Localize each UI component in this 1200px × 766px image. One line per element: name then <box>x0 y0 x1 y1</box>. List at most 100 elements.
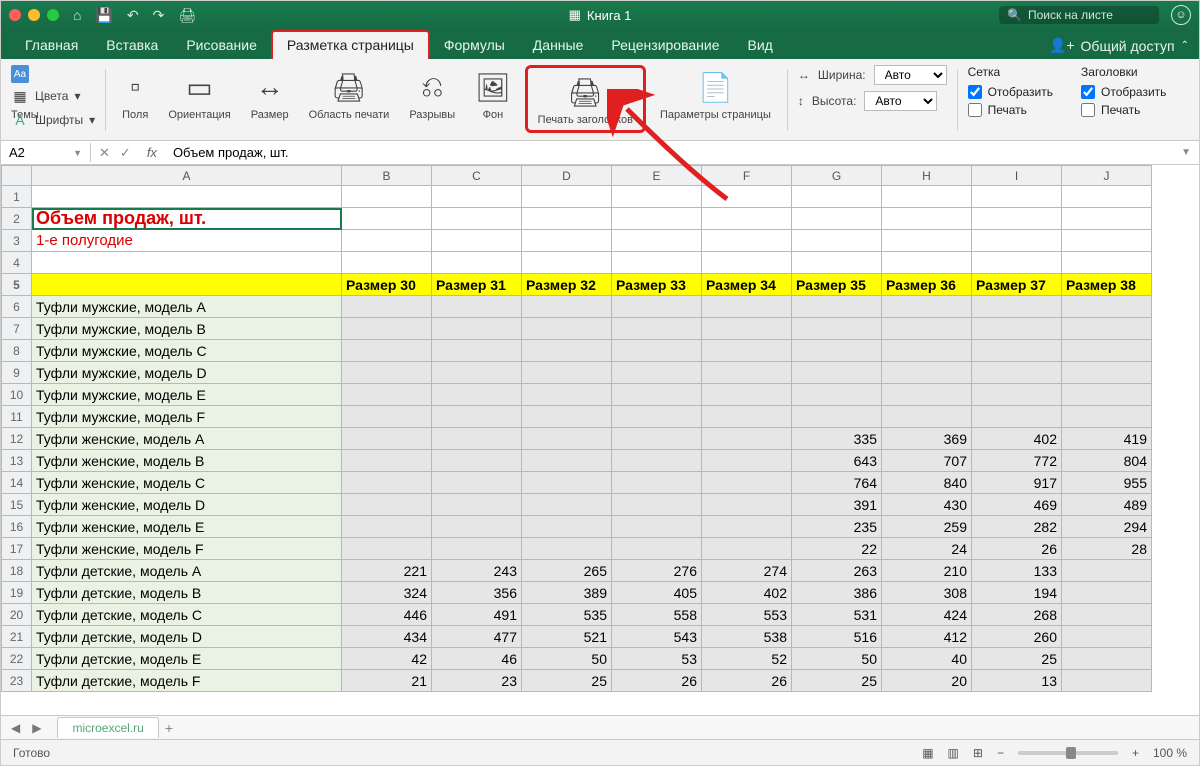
cell[interactable] <box>882 252 972 274</box>
cell[interactable] <box>432 252 522 274</box>
tab-insert[interactable]: Вставка <box>92 32 172 59</box>
cancel-formula-icon[interactable]: ✕ <box>99 145 110 161</box>
undo-icon[interactable]: ↶ <box>127 7 139 24</box>
cell[interactable]: 324 <box>342 582 432 604</box>
cell[interactable]: 26 <box>702 670 792 692</box>
cell[interactable] <box>342 296 432 318</box>
cell[interactable] <box>612 384 702 406</box>
cell[interactable] <box>522 208 612 230</box>
tab-formulas[interactable]: Формулы <box>430 32 519 59</box>
formula-input[interactable]: Объем продаж, шт. <box>165 143 1173 162</box>
cell[interactable]: 391 <box>792 494 882 516</box>
cell[interactable]: 259 <box>882 516 972 538</box>
print-area-button[interactable]: 🖨Область печати <box>303 65 396 123</box>
cell[interactable] <box>1062 560 1152 582</box>
cell[interactable]: Туфли женские, модель E <box>32 516 342 538</box>
cell[interactable] <box>612 406 702 428</box>
column-header[interactable]: D <box>522 166 612 186</box>
cell[interactable] <box>792 318 882 340</box>
cell[interactable] <box>342 252 432 274</box>
cell[interactable] <box>702 318 792 340</box>
cell[interactable]: Туфли детские, модель D <box>32 626 342 648</box>
grid-view-checkbox[interactable]: Отобразить <box>968 85 1053 99</box>
row-header[interactable]: 16 <box>2 516 32 538</box>
cell[interactable]: 389 <box>522 582 612 604</box>
cell[interactable]: 133 <box>972 560 1062 582</box>
prev-sheet-button[interactable]: ◀ <box>7 719 24 737</box>
breaks-button[interactable]: ⎌Разрывы <box>403 65 461 123</box>
orientation-button[interactable]: ▭Ориентация <box>162 65 236 123</box>
cell[interactable] <box>612 252 702 274</box>
cell[interactable] <box>702 538 792 560</box>
cell[interactable]: 276 <box>612 560 702 582</box>
cell[interactable]: Размер 32 <box>522 274 612 296</box>
cell[interactable] <box>1062 252 1152 274</box>
cell[interactable]: Объем продаж, шт. <box>32 208 342 230</box>
cell[interactable] <box>342 186 432 208</box>
name-box[interactable]: A2▼ <box>1 143 91 162</box>
cell[interactable] <box>702 296 792 318</box>
row-header[interactable]: 21 <box>2 626 32 648</box>
worksheet-grid[interactable]: ABCDEFGHIJ 12Объем продаж, шт.31-е полуг… <box>1 165 1199 695</box>
cell[interactable] <box>432 296 522 318</box>
cell[interactable] <box>432 450 522 472</box>
cell[interactable] <box>702 494 792 516</box>
cell[interactable] <box>432 384 522 406</box>
cell[interactable]: Туфли детские, модель B <box>32 582 342 604</box>
row-header[interactable]: 19 <box>2 582 32 604</box>
cell[interactable]: 538 <box>702 626 792 648</box>
cell[interactable] <box>882 230 972 252</box>
search-input[interactable]: 🔍 Поиск на листе <box>999 6 1159 24</box>
row-header[interactable]: 10 <box>2 384 32 406</box>
accept-formula-icon[interactable]: ✓ <box>120 145 131 161</box>
column-header[interactable]: F <box>702 166 792 186</box>
cell[interactable]: 24 <box>882 538 972 560</box>
column-header[interactable]: H <box>882 166 972 186</box>
cell[interactable] <box>342 428 432 450</box>
cell[interactable]: Размер 35 <box>792 274 882 296</box>
column-header[interactable]: J <box>1062 166 1152 186</box>
tab-data[interactable]: Данные <box>519 32 598 59</box>
cell[interactable] <box>792 384 882 406</box>
cell[interactable]: 419 <box>1062 428 1152 450</box>
cell[interactable] <box>342 538 432 560</box>
cell[interactable] <box>612 186 702 208</box>
cell[interactable]: Размер 34 <box>702 274 792 296</box>
cell[interactable] <box>972 406 1062 428</box>
cell[interactable] <box>342 494 432 516</box>
height-select[interactable]: Авто <box>864 91 937 111</box>
column-header[interactable]: I <box>972 166 1062 186</box>
cell[interactable]: 469 <box>972 494 1062 516</box>
cell[interactable] <box>1062 208 1152 230</box>
cell[interactable] <box>702 252 792 274</box>
cell[interactable] <box>432 406 522 428</box>
cell[interactable] <box>882 406 972 428</box>
cell[interactable] <box>702 362 792 384</box>
cell[interactable] <box>432 362 522 384</box>
cell[interactable]: 243 <box>432 560 522 582</box>
cell[interactable] <box>1062 406 1152 428</box>
cell[interactable]: 46 <box>432 648 522 670</box>
cell[interactable]: Туфли женские, модель C <box>32 472 342 494</box>
headings-view-checkbox[interactable]: Отобразить <box>1081 85 1166 99</box>
cell[interactable]: 764 <box>792 472 882 494</box>
cell[interactable] <box>342 516 432 538</box>
cell[interactable] <box>342 318 432 340</box>
cell[interactable] <box>1062 340 1152 362</box>
cell[interactable] <box>612 340 702 362</box>
row-header[interactable]: 18 <box>2 560 32 582</box>
cell[interactable] <box>32 252 342 274</box>
cell[interactable] <box>972 362 1062 384</box>
row-header[interactable]: 13 <box>2 450 32 472</box>
column-header[interactable]: B <box>342 166 432 186</box>
sheet-tab[interactable]: microexcel.ru <box>57 717 158 738</box>
cell[interactable] <box>702 450 792 472</box>
cell[interactable] <box>432 318 522 340</box>
cell[interactable] <box>702 472 792 494</box>
cell[interactable]: 356 <box>432 582 522 604</box>
cell[interactable] <box>522 384 612 406</box>
cell[interactable] <box>612 296 702 318</box>
cell[interactable]: 643 <box>792 450 882 472</box>
cell[interactable]: 840 <box>882 472 972 494</box>
cell[interactable] <box>342 384 432 406</box>
